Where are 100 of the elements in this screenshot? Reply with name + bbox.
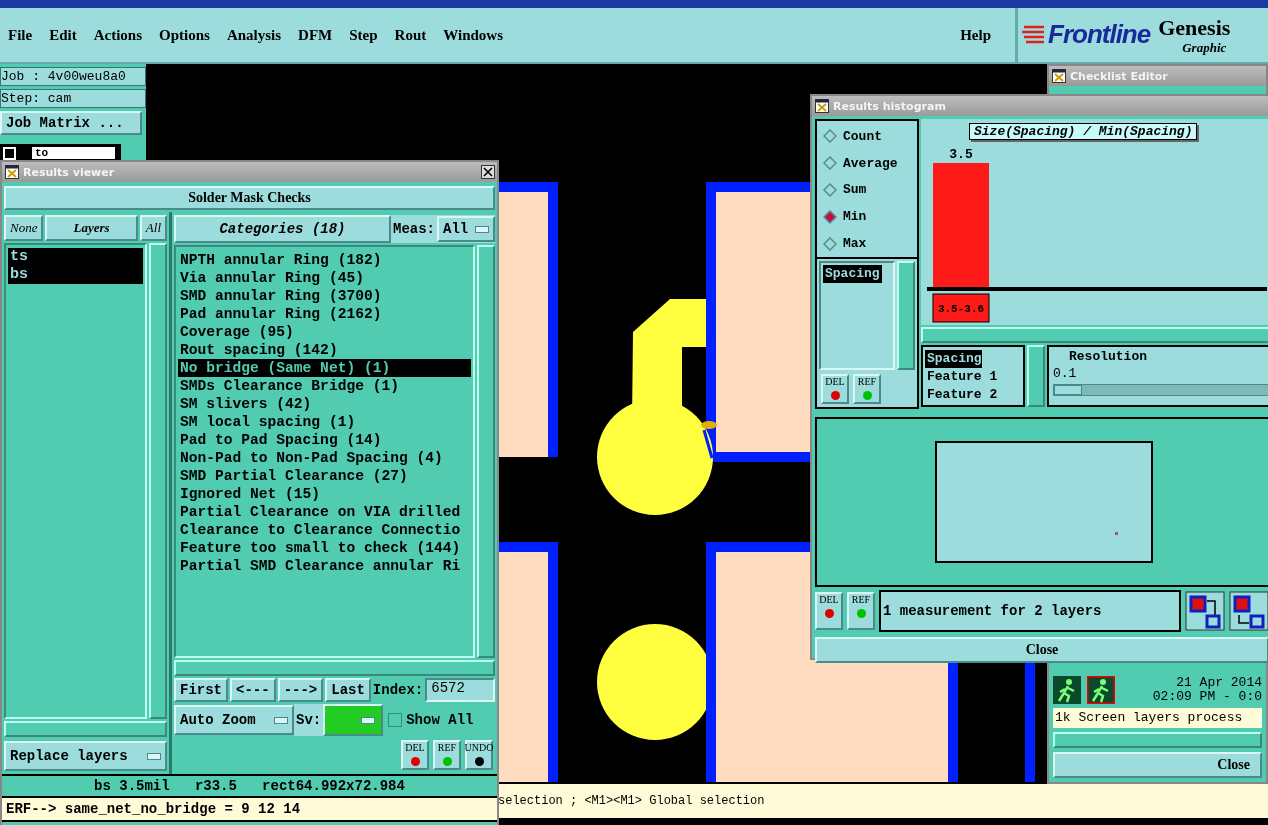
severity-menu[interactable] <box>323 704 384 736</box>
layer-filter-button[interactable]: None <box>4 215 44 241</box>
replace-layers-menu[interactable]: Replace layers <box>4 741 167 771</box>
navigation-button[interactable]: Last <box>325 678 371 702</box>
window-icon <box>5 165 19 179</box>
summary-field: 1 measurement for 2 layers <box>879 590 1181 632</box>
tool-button[interactable]: DEL <box>821 374 849 404</box>
running-figure-icon[interactable] <box>1087 676 1115 704</box>
checkbox[interactable] <box>388 713 403 727</box>
close-button[interactable]: Close <box>1053 752 1262 778</box>
tool-button[interactable]: DEL <box>815 592 843 630</box>
layer-transfer-icon[interactable] <box>1185 591 1225 631</box>
radio-button[interactable] <box>823 156 837 171</box>
job-label: Job : 4v00weu8a0 <box>0 67 146 86</box>
scrollbar[interactable] <box>1053 732 1262 748</box>
index-field[interactable]: 6572 <box>425 678 495 702</box>
brand-logo-text: Frontline <box>1048 18 1151 51</box>
category-item[interactable]: Partial Clearance on VIA drilled <box>178 503 471 521</box>
mode-label: Average <box>843 155 898 171</box>
navigation-button[interactable]: First <box>174 678 228 702</box>
layer-item[interactable]: bs <box>8 266 143 284</box>
column-item[interactable]: Feature 2 <box>925 386 1021 404</box>
close-icon[interactable] <box>481 165 495 179</box>
radio-button[interactable] <box>823 183 837 197</box>
column-item[interactable]: Spacing <box>925 350 982 368</box>
menu-item[interactable]: Options <box>159 26 220 44</box>
category-item[interactable]: No bridge (Same Net) (1) <box>178 359 471 377</box>
window-title: Checklist Editor <box>1070 69 1168 83</box>
layer-filter-button[interactable]: All <box>139 215 167 241</box>
categories-button[interactable]: Categories (18) <box>174 215 391 243</box>
menu-item[interactable]: File <box>8 26 43 44</box>
bin-label: 3.5-3.6 <box>937 303 985 315</box>
date-text: 21 Apr 2014 <box>1176 676 1262 690</box>
category-item[interactable]: Rout spacing (142) <box>178 341 471 359</box>
navigation-button[interactable]: <--- <box>230 678 276 702</box>
bin-label-background <box>932 293 990 323</box>
category-item[interactable]: Pad to Pad Spacing (14) <box>178 431 471 449</box>
scrollbar[interactable] <box>477 245 495 658</box>
menu-item[interactable]: Edit <box>49 26 87 44</box>
category-item[interactable]: Coverage (95) <box>178 323 471 341</box>
status-text: selection ; <M1><M1> Global selection <box>498 794 765 808</box>
menu-item[interactable]: Step <box>349 26 388 44</box>
speed-lines-icon <box>1022 24 1046 44</box>
layer-item[interactable]: ts <box>8 248 143 266</box>
tool-button[interactable]: UNDO <box>465 740 493 770</box>
message-text: ERF--> same_net_no_bridge = 9 12 14 <box>6 801 301 817</box>
window-title: Results histogram <box>833 99 946 113</box>
category-item[interactable]: Feature too small to check (144) <box>178 539 471 557</box>
category-item[interactable]: Clearance to Clearance Connectio <box>178 521 471 539</box>
mode-label: Max <box>843 236 867 252</box>
scrollbar[interactable] <box>174 660 495 676</box>
menu-item[interactable]: Rout <box>394 26 437 44</box>
time-text: 02:09 PM - 0:0 <box>1152 690 1262 704</box>
menu-item[interactable]: Actions <box>93 26 152 44</box>
index-label: Index: <box>372 682 424 698</box>
tool-button[interactable]: REF <box>433 740 461 770</box>
scrollbar[interactable] <box>921 327 1268 343</box>
count-label: 3.5 <box>949 147 973 162</box>
radio-button[interactable] <box>823 129 837 144</box>
tool-button[interactable]: DEL <box>401 740 429 770</box>
window-icon <box>1052 69 1066 83</box>
category-item[interactable]: Partial SMD Clearance annular Ri <box>178 557 471 575</box>
slider-thumb[interactable] <box>1054 385 1082 395</box>
layer-transfer-icon[interactable] <box>1229 591 1268 631</box>
close-button[interactable]: Close <box>815 637 1268 663</box>
meas-menu[interactable]: All <box>437 216 495 242</box>
category-item[interactable]: Non-Pad to Non-Pad Spacing (4) <box>178 449 471 467</box>
tool-button[interactable]: REF <box>847 592 875 630</box>
layer-filter-button[interactable]: Layers <box>45 215 138 241</box>
sv-label: Sv: <box>294 704 324 736</box>
scrollbar[interactable] <box>897 261 915 370</box>
category-item[interactable]: Ignored Net (15) <box>178 485 471 503</box>
category-item[interactable]: NPTH annular Ring (182) <box>178 251 471 269</box>
menu-item[interactable]: DFM <box>298 26 343 44</box>
category-item[interactable]: SMDs Clearance Bridge (1) <box>178 377 471 395</box>
menu-item[interactable]: Analysis <box>226 26 292 44</box>
tool-button[interactable]: REF <box>853 374 881 404</box>
category-item[interactable]: SMD Partial Clearance (27) <box>178 467 471 485</box>
category-item[interactable]: Via annular Ring (45) <box>178 269 471 287</box>
show-all-label: Show All <box>406 712 474 728</box>
category-item[interactable]: SM local spacing (1) <box>178 413 471 431</box>
column-item[interactable]: Feature 1 <box>925 368 1021 386</box>
category-item[interactable]: SM slivers (42) <box>178 395 471 413</box>
help-menu[interactable]: Help <box>960 26 1001 44</box>
scrollbar[interactable] <box>149 243 167 719</box>
radio-button[interactable] <box>823 209 837 224</box>
job-matrix-button[interactable]: Job Matrix ... <box>0 111 142 135</box>
running-figure-icon[interactable] <box>1053 676 1081 704</box>
scrollbar[interactable] <box>4 721 167 737</box>
scrollbar[interactable] <box>1027 345 1045 407</box>
category-item[interactable]: Pad annular Ring (2162) <box>178 305 471 323</box>
filter-field[interactable]: to <box>32 147 115 159</box>
attribute-item[interactable]: Spacing <box>823 265 882 283</box>
navigation-button[interactable]: ---> <box>277 678 324 702</box>
category-item[interactable]: SMD annular Ring (3700) <box>178 287 471 305</box>
log-field: 1k Screen layers process <box>1053 708 1262 728</box>
radio-button[interactable] <box>823 236 837 251</box>
auto-zoom-menu[interactable]: Auto Zoom <box>174 705 294 735</box>
menu-item[interactable]: Windows <box>443 26 513 44</box>
section-header-button[interactable]: Solder Mask Checks <box>4 186 495 210</box>
